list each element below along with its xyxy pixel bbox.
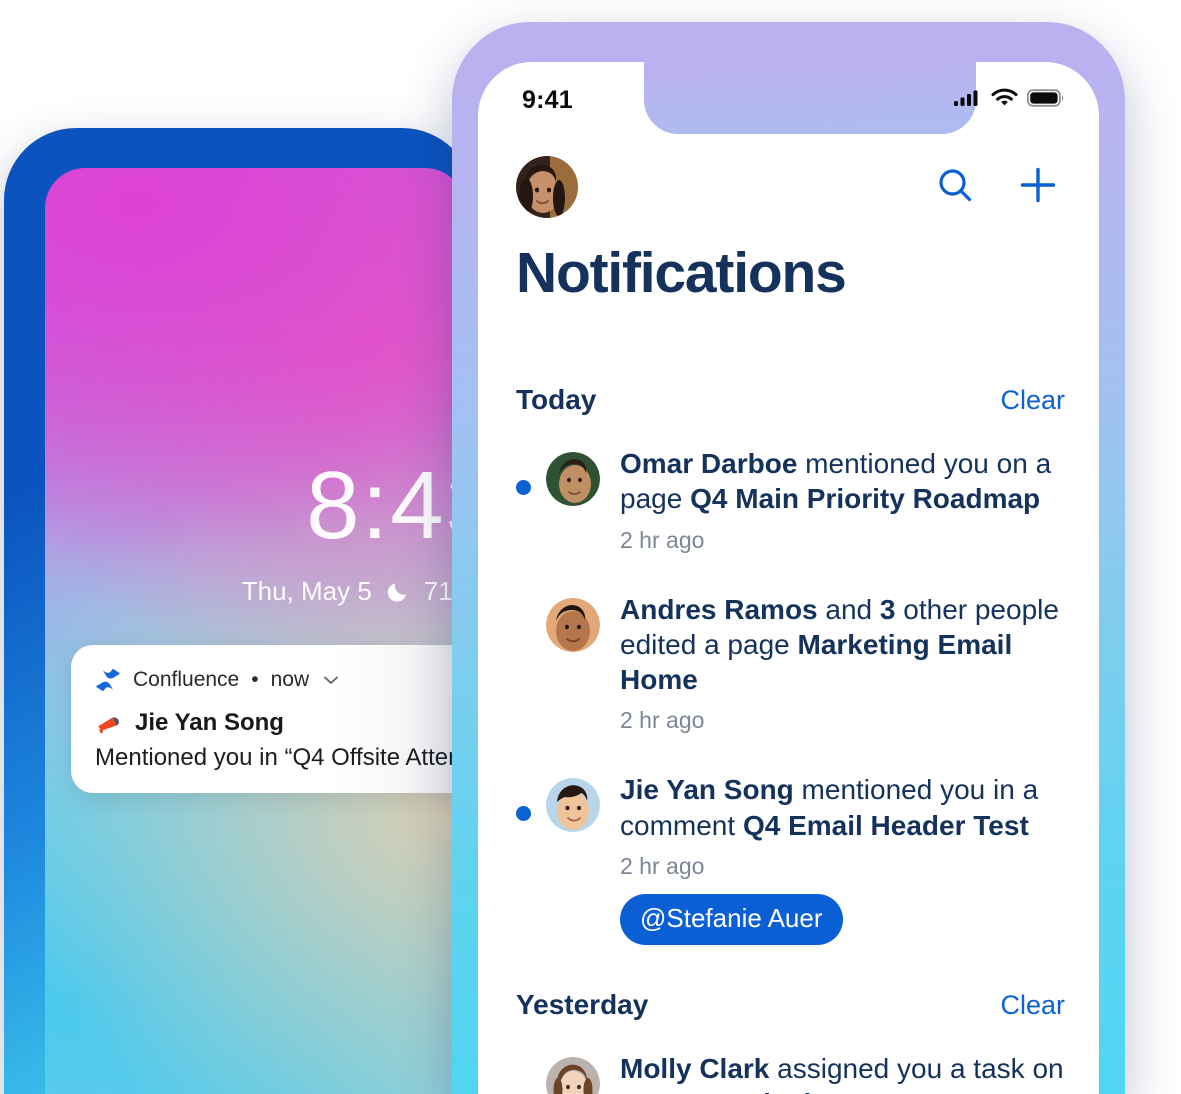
clear-button-yesterday[interactable]: Clear	[1000, 990, 1065, 1021]
avatar-jie-yan-song[interactable]	[546, 778, 600, 833]
right-phone-device: 9:41 Notifications Today Clear Omar Darb…	[452, 22, 1125, 1094]
notification-action: and	[817, 593, 880, 625]
lock-screen-time: 8:43	[306, 452, 465, 559]
status-bar: 9:41	[478, 62, 1099, 134]
lock-notification-app-name: Confluence	[133, 668, 240, 691]
battery-icon	[1026, 88, 1065, 113]
moon-icon	[386, 580, 410, 604]
status-bar-icons	[954, 88, 1065, 113]
notification-actor: Molly Clark	[620, 1052, 770, 1084]
notification-actor: Andres Ramos	[620, 593, 818, 625]
notification-feed[interactable]: Today Clear Omar Darboe mentioned you on…	[478, 362, 1099, 1094]
notification-timestamp: 2 hr ago	[620, 707, 705, 734]
status-bar-time: 9:41	[522, 85, 573, 114]
notification-actor: Omar Darboe	[620, 448, 798, 479]
confluence-icon	[95, 667, 121, 693]
page-title: Notifications	[516, 241, 847, 305]
notification-count: 3	[879, 593, 896, 625]
unread-dot	[516, 806, 531, 822]
lock-notification-message: Mentioned you in “Q4 Offsite Attende	[95, 744, 465, 771]
megaphone-icon	[95, 709, 123, 737]
notification-content: Andres Ramos and 3 other people edited a…	[620, 592, 1069, 735]
cellular-signal-icon	[954, 88, 982, 113]
avatar-molly-clark[interactable]	[546, 1056, 600, 1094]
mention-chip[interactable]: @Stefanie Auer	[620, 893, 843, 945]
unread-indicator-column	[516, 772, 546, 822]
lock-notification-sender-row: Jie Yan Song	[95, 709, 465, 737]
notification-actor: Jie Yan Song	[620, 774, 794, 806]
avatar-andres-ramos[interactable]	[546, 597, 600, 652]
notification-content: Jie Yan Song mentioned you in a comment …	[620, 772, 1069, 945]
unread-dot	[516, 480, 531, 495]
section-header-today: Today Clear	[516, 362, 1069, 430]
notification-timestamp: 2 hr ago	[620, 852, 705, 879]
notification-text: Molly Clark assigned you a task on a pag…	[620, 1051, 1069, 1094]
lock-notification-body: Jie Yan Song Mentioned you in “Q4 Offsit…	[95, 709, 465, 772]
notification-target: Marketing Key Personas	[713, 1088, 1038, 1094]
clear-button-today[interactable]: Clear	[1000, 385, 1065, 416]
notification-item[interactable]: Jie Yan Song mentioned you in a comment …	[516, 756, 1069, 967]
notification-item[interactable]: Omar Darboe mentioned you on a page Q4 M…	[516, 430, 1069, 576]
search-icon[interactable]	[935, 165, 975, 210]
lock-notification-header: Confluence • now	[95, 667, 465, 693]
lock-notification-separator: •	[251, 668, 259, 691]
notification-item[interactable]: Molly Clark assigned you a task on a pag…	[516, 1035, 1069, 1094]
notification-target: Q4 Main Priority Roadmap	[690, 483, 1041, 515]
unread-indicator-column	[516, 446, 546, 495]
lock-screen-date-weather: Thu, May 5 71°F	[45, 576, 465, 607]
notification-item[interactable]: Andres Ramos and 3 other people edited a…	[516, 576, 1069, 757]
screenshot-stage: 8:43 Thu, May 5 71°F	[0, 0, 1181, 1094]
lock-screen-clock-widget: 8:43 Thu, May 5 71°F	[45, 458, 465, 607]
app-header: Notifications	[478, 134, 1099, 306]
lock-screen-date: Thu, May 5	[241, 576, 372, 606]
header-row	[516, 156, 1063, 218]
unread-indicator-column	[516, 1051, 546, 1085]
lock-notification-sender: Jie Yan Song	[135, 709, 284, 736]
lock-notification-timestamp: now	[270, 668, 310, 691]
avatar[interactable]	[516, 156, 578, 218]
header-actions	[935, 164, 1063, 211]
avatar-omar-darboe[interactable]	[546, 452, 600, 506]
notification-text: Andres Ramos and 3 other people edited a…	[620, 592, 1069, 698]
notification-content: Omar Darboe mentioned you on a page Q4 M…	[620, 446, 1069, 554]
lock-screen-notification-card[interactable]: Confluence • now Jie Yan Song Mentioned …	[71, 645, 465, 793]
section-title: Yesterday	[516, 988, 649, 1020]
notification-text: Jie Yan Song mentioned you in a comment …	[620, 772, 1069, 843]
notification-target: Q4 Email Header Test	[742, 809, 1029, 841]
notification-timestamp: 2 hr ago	[620, 526, 705, 553]
unread-indicator-column	[516, 592, 546, 626]
left-phone-device: 8:43 Thu, May 5 71°F	[4, 128, 474, 1094]
wifi-icon	[991, 88, 1018, 113]
section-title: Today	[516, 384, 597, 415]
notification-content: Molly Clark assigned you a task on a pag…	[620, 1051, 1069, 1094]
left-phone-lock-screen[interactable]: 8:43 Thu, May 5 71°F	[45, 168, 465, 1094]
plus-icon[interactable]	[1017, 164, 1059, 211]
notification-text: Omar Darboe mentioned you on a page Q4 M…	[620, 446, 1069, 517]
chevron-down-icon[interactable]	[321, 670, 341, 690]
section-header-yesterday: Yesterday Clear	[516, 967, 1069, 1035]
right-phone-screen: 9:41 Notifications Today Clear Omar Darb…	[478, 62, 1099, 1094]
